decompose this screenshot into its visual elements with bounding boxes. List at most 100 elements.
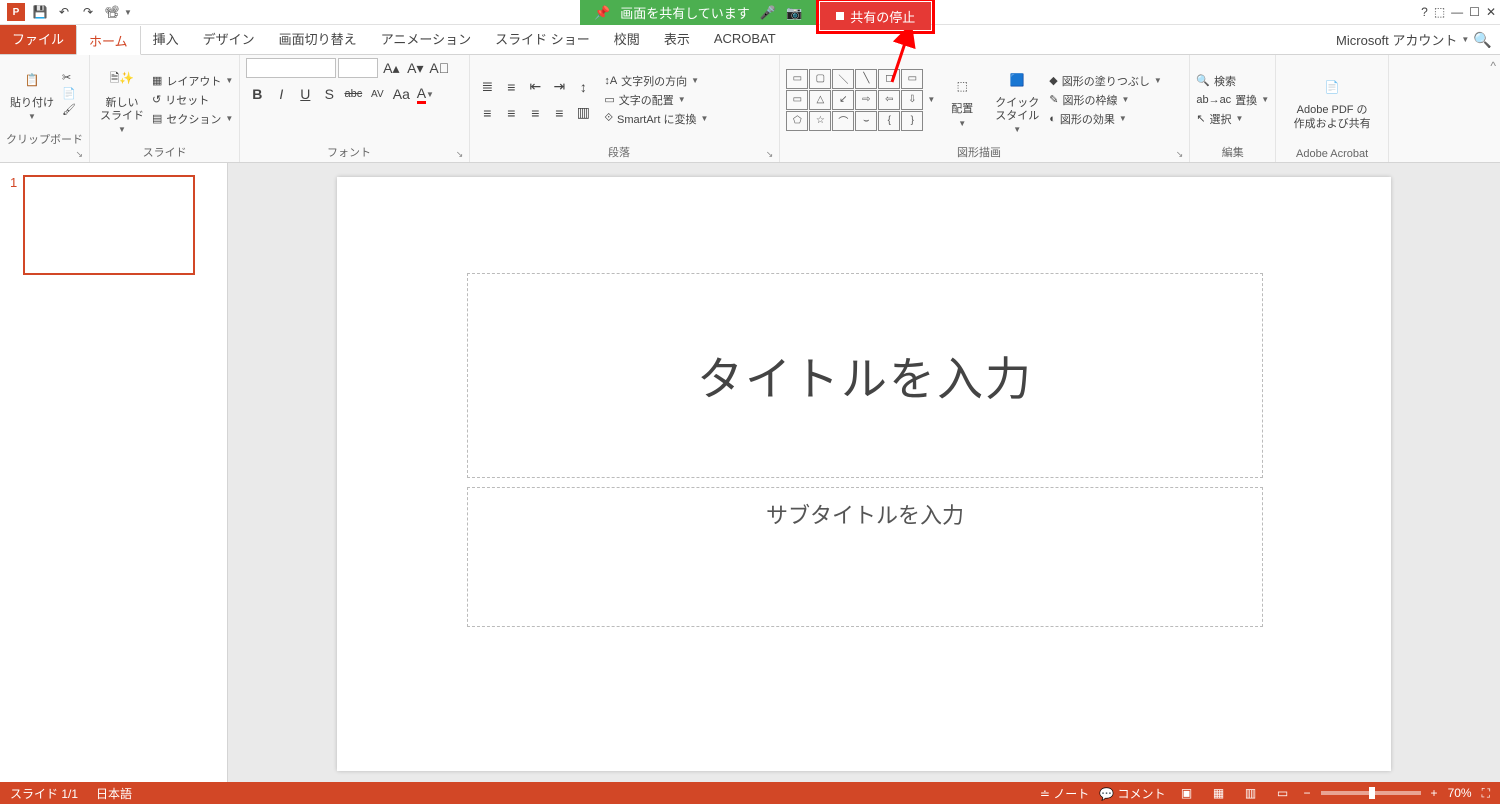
text-direction-button[interactable]: ↕A 文字列の方向 ▼ xyxy=(604,73,708,89)
tab-home[interactable]: ホーム xyxy=(76,26,141,55)
search-person-icon[interactable]: 🔍 xyxy=(1473,31,1492,49)
normal-view-icon[interactable]: ▣ xyxy=(1176,784,1198,802)
drawing-launcher-icon[interactable]: ↘ xyxy=(1176,149,1184,160)
close-icon[interactable]: ✕ xyxy=(1486,5,1496,19)
tab-review[interactable]: 校閲 xyxy=(602,25,652,54)
stop-sharing-button[interactable]: 共有の停止 xyxy=(820,2,931,30)
tab-slideshow[interactable]: スライド ショー xyxy=(483,25,602,54)
font-name-input[interactable] xyxy=(246,58,336,78)
change-case-button[interactable]: Aa xyxy=(390,83,412,105)
save-icon[interactable]: 💾 xyxy=(30,2,50,22)
italic-button[interactable]: I xyxy=(270,83,292,105)
reading-view-icon[interactable]: ▥ xyxy=(1240,784,1262,802)
justify-button[interactable]: ≡ xyxy=(548,102,570,124)
quick-styles-button[interactable]: 🟦 クイック スタイル▼ xyxy=(989,63,1045,136)
account-menu[interactable]: Microsoft アカウント ▼ 🔍 xyxy=(1336,25,1500,54)
slide-indicator[interactable]: スライド 1/1 xyxy=(10,785,78,802)
shape-outline-button[interactable]: ✎ 図形の枠線 ▼ xyxy=(1049,92,1162,108)
mute-icon[interactable]: 🎤 xyxy=(760,5,776,21)
paragraph-launcher-icon[interactable]: ↘ xyxy=(766,149,774,160)
minimize-icon[interactable]: — xyxy=(1451,5,1463,19)
pin-icon[interactable]: 📌 xyxy=(594,5,610,21)
sorter-view-icon[interactable]: ▦ xyxy=(1208,784,1230,802)
clear-format-button[interactable]: A⃠ xyxy=(428,57,450,79)
tab-insert[interactable]: 挿入 xyxy=(141,25,191,54)
tab-view[interactable]: 表示 xyxy=(652,25,702,54)
pdf-icon: 📄 xyxy=(1317,72,1347,102)
shadow-button[interactable]: S xyxy=(318,83,340,105)
paste-button[interactable]: 📋 貼り付け ▼ xyxy=(6,63,58,123)
strike-button[interactable]: abc xyxy=(342,83,364,105)
sharing-indicator: 📌 画面を共有しています 🎤 📷 xyxy=(580,0,816,25)
shapes-more-icon[interactable]: ▼ xyxy=(927,95,935,104)
font-color-button[interactable]: A▼ xyxy=(414,83,436,105)
status-bar: スライド 1/1 日本語 ≐ ノート 💬 コメント ▣ ▦ ▥ ▭ − + 70… xyxy=(0,782,1500,804)
paste-icon: 📋 xyxy=(17,65,47,95)
tab-file[interactable]: ファイル xyxy=(0,25,76,54)
group-editing: 🔍 検索 ab→ac 置換 ▼ ↖ 選択 ▼ 編集 xyxy=(1190,55,1276,162)
smartart-button[interactable]: ⟐ SmartArt に変換 ▼ xyxy=(604,111,708,127)
comments-button[interactable]: 💬 コメント xyxy=(1099,785,1165,802)
title-placeholder[interactable]: タイトルを入力 xyxy=(467,273,1263,478)
text-align-button[interactable]: ▭ 文字の配置 ▼ xyxy=(604,92,708,108)
maximize-icon[interactable]: ☐ xyxy=(1469,5,1480,19)
shape-fill-button[interactable]: ◆ 図形の塗りつぶし ▼ xyxy=(1049,73,1162,89)
decrease-indent-button[interactable]: ⇤ xyxy=(524,76,546,98)
fit-to-window-icon[interactable]: ⛶ xyxy=(1482,786,1490,801)
replace-button[interactable]: ab→ac 置換 ▼ xyxy=(1196,92,1269,108)
shapes-gallery[interactable]: ▭▢＼╲◻▭ ▭△↙⇨⇦⇩ ⬠☆⌒⌣{} xyxy=(786,69,923,131)
align-left-button[interactable]: ≡ xyxy=(476,102,498,124)
language-indicator[interactable]: 日本語 xyxy=(96,785,132,802)
subtitle-placeholder[interactable]: サブタイトルを入力 xyxy=(467,487,1263,627)
thumbnail-1[interactable]: 1 xyxy=(10,175,217,275)
shrink-font-button[interactable]: A▾ xyxy=(404,57,426,79)
new-slide-button[interactable]: 🗎✨ 新しい スライド ▼ xyxy=(96,63,148,136)
grow-font-button[interactable]: A▴ xyxy=(380,57,402,79)
help-icon[interactable]: ? xyxy=(1421,5,1428,19)
zoom-in-button[interactable]: + xyxy=(1431,786,1438,800)
bullets-button[interactable]: ≣ xyxy=(476,76,498,98)
font-size-input[interactable] xyxy=(338,58,378,78)
align-center-button[interactable]: ≡ xyxy=(500,102,522,124)
tab-animations[interactable]: アニメーション xyxy=(369,25,483,54)
underline-button[interactable]: U xyxy=(294,83,316,105)
char-spacing-button[interactable]: AV xyxy=(366,83,388,105)
tab-transitions[interactable]: 画面切り替え xyxy=(267,25,369,54)
select-button[interactable]: ↖ 選択 ▼ xyxy=(1196,111,1269,127)
undo-icon[interactable]: ↶ xyxy=(54,2,74,22)
qat-customise-caret[interactable]: ▼ xyxy=(124,8,132,17)
slideshow-view-icon[interactable]: ▭ xyxy=(1272,784,1294,802)
shape-effects-button[interactable]: ◐ 図形の効果 ▼ xyxy=(1049,111,1162,127)
ribbon-options-icon[interactable]: ⬚ xyxy=(1434,5,1445,19)
editor-area: 1 タイトルを入力 サブタイトルを入力 xyxy=(0,163,1500,782)
thumbnail-preview xyxy=(23,175,195,275)
slide-canvas-area[interactable]: タイトルを入力 サブタイトルを入力 xyxy=(228,163,1500,782)
camera-icon[interactable]: 📷 xyxy=(786,5,802,21)
create-pdf-button[interactable]: 📄 Adobe PDF の 作成および共有 xyxy=(1282,70,1382,132)
tab-acrobat[interactable]: ACROBAT xyxy=(702,25,788,54)
copy-button[interactable]: 📄 xyxy=(62,87,76,100)
zoom-slider[interactable] xyxy=(1321,791,1421,795)
font-launcher-icon[interactable]: ↘ xyxy=(456,149,464,160)
redo-icon[interactable]: ↷ xyxy=(78,2,98,22)
arrange-button[interactable]: ⬚ 配置▼ xyxy=(939,69,985,129)
numbering-button[interactable]: ≡ xyxy=(500,76,522,98)
format-painter-button[interactable]: 🖌 xyxy=(62,103,76,116)
notes-button[interactable]: ≐ ノート xyxy=(1040,785,1089,802)
increase-indent-button[interactable]: ⇥ xyxy=(548,76,570,98)
bold-button[interactable]: B xyxy=(246,83,268,105)
clipboard-launcher-icon[interactable]: ↘ xyxy=(75,149,83,160)
section-button[interactable]: ▤ セクション ▼ xyxy=(152,111,233,127)
zoom-out-button[interactable]: − xyxy=(1304,786,1311,800)
align-right-button[interactable]: ≡ xyxy=(524,102,546,124)
cut-button[interactable]: ✂ xyxy=(62,71,76,84)
start-from-beginning-icon[interactable]: 📽 xyxy=(102,2,122,22)
line-spacing-button[interactable]: ↕ xyxy=(572,76,594,98)
find-button[interactable]: 🔍 検索 xyxy=(1196,73,1269,89)
collapse-ribbon-icon[interactable]: ^ xyxy=(1490,59,1496,73)
zoom-level[interactable]: 70% xyxy=(1448,786,1472,800)
columns-button[interactable]: ▥ xyxy=(572,102,594,124)
tab-design[interactable]: デザイン xyxy=(191,25,267,54)
reset-button[interactable]: ↺ リセット xyxy=(152,92,233,108)
layout-button[interactable]: ▦ レイアウト ▼ xyxy=(152,73,233,89)
